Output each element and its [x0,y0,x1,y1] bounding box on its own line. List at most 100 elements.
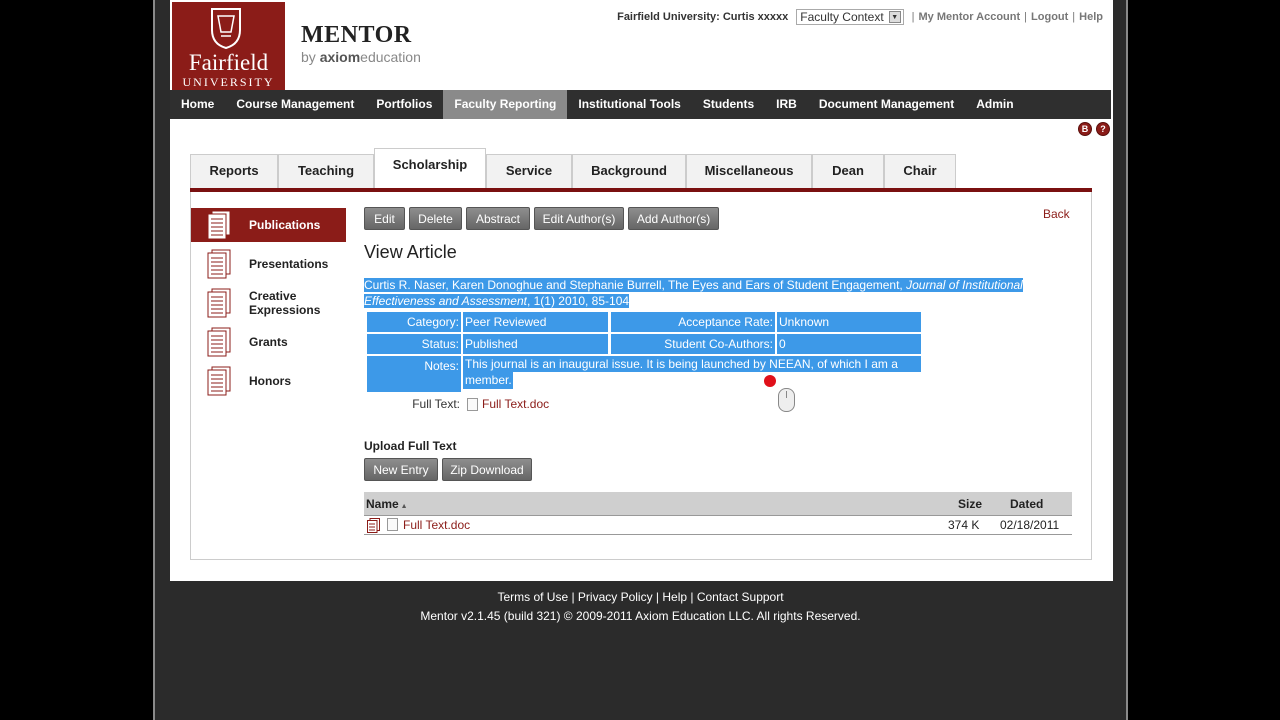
back-link[interactable]: Back [1043,207,1070,221]
file-icon [467,397,478,411]
user-label: Fairfield University: Curtis xxxxx [617,11,789,23]
column-size: Size [958,497,983,511]
full-text-label: Full Text: [412,397,460,411]
category-label: Category: [367,312,461,332]
university-logo[interactable]: Fairfield UNIVERSITY [172,2,285,90]
crest-icon [211,8,241,50]
browser-viewport: Fairfield UNIVERSITY MENTOR by axiomeduc… [153,0,1128,720]
student-coauthors-value: 0 [777,334,921,354]
delete-button[interactable]: Delete [409,207,462,230]
new-entry-button[interactable]: New Entry [364,458,438,481]
sidebar-label-publications: Publications [249,218,321,232]
sidebar-item-publications[interactable]: Publications [191,208,346,242]
document-stack-icon[interactable] [367,518,380,533]
student-coauthors-label: Student Co-Authors: [611,334,775,354]
citation-authors: Curtis R. Naser, Karen Donoghue and Step… [364,278,907,292]
dropdown-arrow-icon: ▼ [888,11,901,23]
notes-value-line2: member. [463,372,513,389]
nav-home[interactable]: Home [170,90,225,119]
page-title: View Article [364,242,457,262]
context-select[interactable]: Faculty Context ▼ [796,9,904,25]
document-stack-icon [207,288,231,318]
full-text-link[interactable]: Full Text.doc [467,397,549,411]
file-size: 374 K [948,518,980,532]
section-tabs: Reports Teaching Scholarship Service Bac… [190,148,956,188]
sidebar-item-grants[interactable]: Grants [191,325,346,359]
nav-document-management[interactable]: Document Management [808,90,965,119]
sidebar-label-creative-expressions: Creative Expressions [249,289,321,317]
tab-service[interactable]: Service [486,154,572,188]
tab-dean[interactable]: Dean [812,154,884,188]
mouse-icon [778,388,795,412]
sidebar-label-grants: Grants [249,335,288,349]
nav-faculty-reporting[interactable]: Faculty Reporting [443,90,568,119]
footer-copyright: Mentor v2.1.45 (build 321) © 2009-2011 A… [420,609,861,623]
context-select-value: Faculty Context [800,10,884,24]
tab-reports[interactable]: Reports [190,154,278,188]
logout-link[interactable]: Logout [1031,11,1068,23]
files-table-header: Name ▲ Size Dated [364,492,1072,516]
acceptance-rate-label: Acceptance Rate: [611,312,775,332]
nav-admin[interactable]: Admin [965,90,1024,119]
citation-tail: , 1(1) 2010, 85-104 [526,294,630,308]
column-dated: Dated [1010,497,1044,511]
nav-course-management[interactable]: Course Management [225,90,365,119]
nav-portfolios[interactable]: Portfolios [365,90,443,119]
tab-chair[interactable]: Chair [884,154,956,188]
nav-institutional-tools[interactable]: Institutional Tools [567,90,691,119]
app-byline: by axiomeducation [301,49,421,65]
document-stack-icon [207,366,231,396]
sidebar-item-presentations[interactable]: Presentations [191,247,346,281]
logo-word: Fairfield [188,50,269,75]
byline-suffix: education [360,49,421,65]
article-citation: Curtis R. Naser, Karen Donoghue and Step… [364,277,1070,309]
byline-prefix: by [301,49,320,65]
help-link[interactable]: Help [1079,11,1103,23]
click-indicator [764,375,776,387]
sort-asc-icon: ▲ [398,503,408,510]
document-stack-icon [207,249,231,279]
document-stack-icon [207,327,231,357]
sidebar-label-honors: Honors [249,374,291,388]
page: Fairfield UNIVERSITY MENTOR by axiomeduc… [170,0,1113,581]
tab-background[interactable]: Background [572,154,686,188]
bookmark-icon[interactable]: B [1078,122,1092,136]
notes-label: Notes: [367,356,461,392]
acceptance-rate-value: Unknown [777,312,921,332]
nav-irb[interactable]: IRB [765,90,808,119]
byline-brand: axiom [319,49,361,65]
full-text-filename: Full Text.doc [482,397,550,411]
tab-miscellaneous[interactable]: Miscellaneous [686,154,812,188]
file-name-link[interactable]: Full Text.doc [403,518,470,532]
file-date: 02/18/2011 [1000,518,1060,532]
main-nav: Home Course Management Portfolios Facult… [170,90,1111,119]
edit-button[interactable]: Edit [364,207,405,230]
my-account-link[interactable]: My Mentor Account [919,11,1021,23]
upload-section-title: Upload Full Text [364,439,457,453]
status-label: Status: [367,334,461,354]
footer-links[interactable]: Terms of Use | Privacy Policy | Help | C… [155,590,1126,604]
sidebar-item-honors[interactable]: Honors [191,364,346,398]
app-title: MENTOR [301,22,412,48]
nav-students[interactable]: Students [692,90,765,119]
sidebar-label-presentations: Presentations [249,257,329,271]
sidebar-item-creative-expressions[interactable]: Creative Expressions [191,286,346,320]
logo-subtitle: UNIVERSITY [182,75,275,89]
help-icon[interactable]: ? [1096,122,1110,136]
file-icon [387,518,398,531]
status-value: Published [463,334,608,354]
tab-scholarship[interactable]: Scholarship [374,148,486,188]
table-row: Full Text.doc 374 K 02/18/2011 [364,516,1072,535]
zip-download-button[interactable]: Zip Download [442,458,532,481]
column-name[interactable]: Name ▲ [366,497,408,511]
tab-teaching[interactable]: Teaching [278,154,374,188]
category-value: Peer Reviewed [463,312,608,332]
notes-value-line1: This journal is an inaugural issue. It i… [463,356,921,387]
add-authors-button[interactable]: Add Author(s) [628,207,719,230]
user-bar: Fairfield University: Curtis xxxxx Facul… [617,9,1103,25]
document-stack-icon [207,210,231,240]
utility-icons: B ? [1078,122,1110,136]
column-name-label: Name [366,497,399,511]
abstract-button[interactable]: Abstract [466,207,530,230]
edit-authors-button[interactable]: Edit Author(s) [534,207,624,230]
